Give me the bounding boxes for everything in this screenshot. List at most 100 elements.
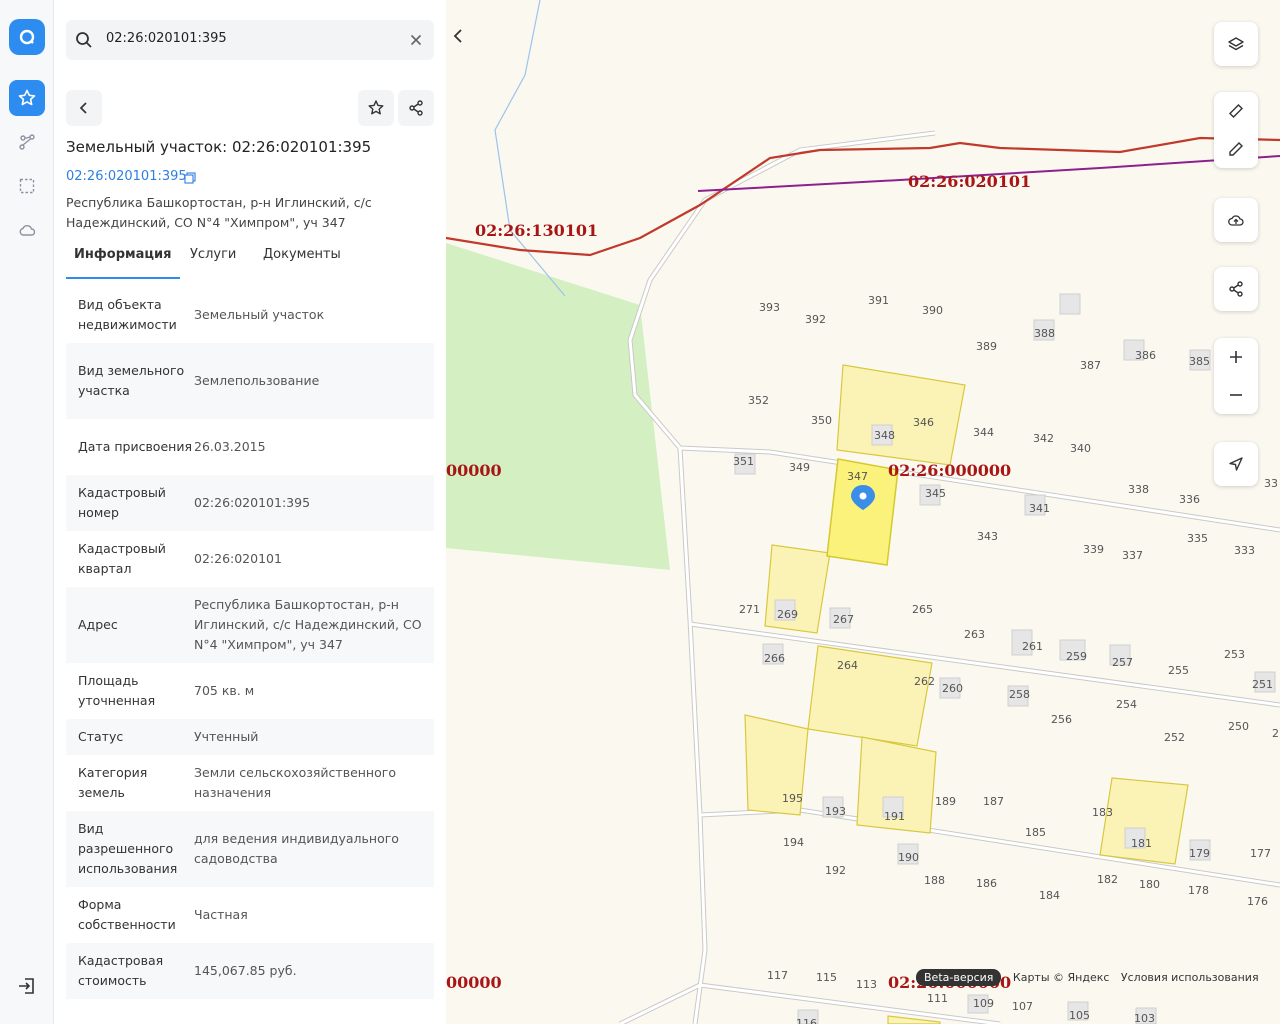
info-value: Частная [194, 907, 248, 922]
tab-documents[interactable]: Документы [255, 243, 349, 277]
share-icon [409, 100, 423, 116]
info-key: Кадастровый квартал [78, 541, 166, 576]
maps-copyright[interactable]: Карты © Яндекс [1013, 971, 1110, 984]
back-button[interactable] [66, 90, 102, 126]
map-share-button[interactable] [1214, 267, 1258, 311]
parcel-number: 352 [748, 394, 769, 407]
parcel-number: 187 [983, 795, 1004, 808]
forest-area [446, 243, 670, 570]
info-row: Вид земельного участка Землепользование [66, 343, 434, 419]
parcel-number: 271 [739, 603, 760, 616]
zoom-out-button[interactable] [1214, 376, 1258, 414]
map-canvas[interactable] [446, 0, 1280, 1024]
quarter-label: 00000 [446, 461, 502, 480]
zoom-in-button[interactable] [1214, 338, 1258, 376]
parcel-number: 256 [1051, 713, 1072, 726]
parcel-number: 191 [884, 810, 905, 823]
info-value: Земли сельскохозяйственного назначения [194, 765, 396, 800]
parcel-264[interactable] [807, 645, 933, 747]
parcel-number: 350 [811, 414, 832, 427]
parcel-number: 338 [1128, 483, 1149, 496]
parcel-number: 342 [1033, 432, 1054, 445]
layers-button[interactable] [1214, 22, 1258, 66]
search-bar[interactable]: 02:26:020101:395 [66, 20, 434, 60]
measure-tools-group [1214, 92, 1258, 168]
beta-badge: Beta-версия [916, 969, 1002, 986]
parcel-number: 337 [1122, 549, 1143, 562]
parcel-181[interactable] [1099, 777, 1189, 865]
parcel-number: 340 [1070, 442, 1091, 455]
info-key: Вид земельного участка [78, 363, 185, 398]
quarter-label: 00000 [446, 973, 502, 992]
parcel-number: 259 [1066, 650, 1087, 663]
info-value: Земельный участок [194, 307, 325, 322]
share-button[interactable] [398, 90, 434, 126]
info-row: Дата присвоения 26.03.2015 [66, 419, 434, 475]
parcel-346[interactable] [836, 364, 966, 466]
info-row: Статус Учтенный [66, 719, 434, 755]
roads [618, 130, 1280, 1024]
parcel-number: 178 [1188, 884, 1209, 897]
edit-icon [1229, 142, 1243, 156]
info-key: Статус [78, 729, 124, 744]
parcel-number: 182 [1097, 873, 1118, 886]
search-icon [76, 32, 92, 48]
copy-icon[interactable] [184, 172, 196, 184]
parcel-number: 2 [1272, 727, 1279, 740]
info-key: Адрес [78, 617, 118, 632]
upload-button[interactable] [1214, 198, 1258, 242]
ruler-button[interactable] [1214, 92, 1258, 130]
geolocation-button[interactable] [1214, 442, 1258, 486]
parcel-number: 189 [935, 795, 956, 808]
info-key: Вид объекта недвижимости [78, 297, 177, 332]
tab-services[interactable]: Услуги [182, 243, 244, 277]
parcel-number: 115 [816, 971, 837, 984]
info-row: Вид объекта недвижимости Земельный участо… [66, 287, 434, 343]
parcel-number: 389 [976, 340, 997, 353]
logout-icon[interactable] [16, 975, 38, 997]
parcel-number: 184 [1039, 889, 1060, 902]
collapse-panel-icon[interactable] [448, 26, 468, 46]
parcel-number: 252 [1164, 731, 1185, 744]
tab-bar: Информация Услуги Документы [66, 243, 434, 279]
info-key: Вид разрешенного использования [78, 821, 178, 876]
cloud-icon[interactable] [9, 212, 45, 248]
parcel-number: 193 [825, 805, 846, 818]
info-value: 26.03.2015 [194, 439, 266, 454]
parcel-number: 107 [1012, 1000, 1033, 1013]
parcel-number: 186 [976, 877, 997, 890]
cadastral-number-link[interactable]: 02:26:020101:395 [66, 169, 187, 184]
routes-icon[interactable] [9, 124, 45, 160]
cadastral-map[interactable]: 02:26:130101 02:26:020101 02:26:000000 0… [446, 0, 1280, 1024]
star-icon [368, 100, 384, 115]
parcel-number: 265 [912, 603, 933, 616]
info-value: для ведения индивидуального садоводства [194, 831, 399, 866]
info-row: Кадастровая стоимость 145,067.85 руб. [66, 943, 434, 999]
search-input[interactable]: 02:26:020101:395 [106, 31, 227, 46]
parcel-number: 255 [1168, 664, 1189, 677]
info-value: 705 кв. м [194, 683, 255, 698]
plus-icon [1230, 351, 1242, 363]
parcel-number: 33 [1264, 477, 1278, 490]
info-value: Республика Башкортостан, р-н Иглинский, … [194, 597, 422, 652]
clear-search-icon[interactable] [406, 30, 426, 50]
ruler-icon [1228, 103, 1244, 119]
parcel-number: 390 [922, 304, 943, 317]
tab-information[interactable]: Информация [66, 243, 180, 279]
object-address: Республика Башкортостан, р-н Иглинский, … [66, 195, 372, 230]
parcel-number: 392 [805, 313, 826, 326]
info-key: Площадь уточненная [78, 673, 156, 708]
add-favorite-button[interactable] [358, 90, 394, 126]
info-value: Землепользование [194, 373, 320, 388]
select-area-icon[interactable] [9, 168, 45, 204]
parcel-number: 117 [767, 969, 788, 982]
edit-button[interactable] [1214, 130, 1258, 168]
favorites-icon[interactable] [9, 80, 45, 116]
parcel-number: 183 [1092, 806, 1113, 819]
parcel-number: 192 [825, 864, 846, 877]
app-logo-icon[interactable] [9, 19, 45, 55]
terms-link[interactable]: Условия использования [1121, 971, 1259, 984]
cloud-upload-icon [1228, 215, 1244, 226]
parcel-number: 387 [1080, 359, 1101, 372]
parcel-number: 349 [789, 461, 810, 474]
